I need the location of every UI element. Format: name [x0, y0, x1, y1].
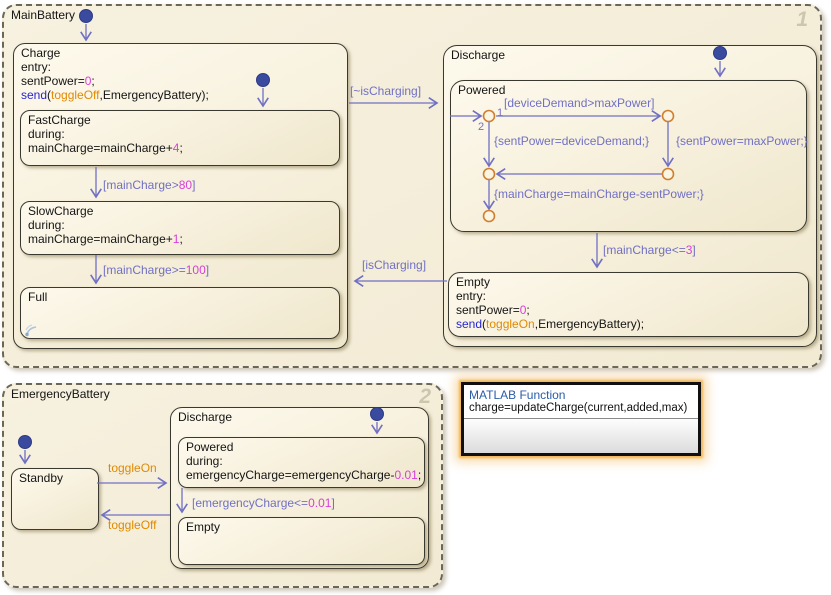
state-empty-entry-keyword: entry: — [456, 289, 644, 303]
state-empty-main[interactable]: Empty entry: sentPower=0; send(toggleOn,… — [448, 272, 809, 337]
transition-order-2: 2 — [478, 121, 484, 133]
transition-label-toggleon[interactable]: toggleOn — [108, 461, 157, 475]
state-charge-entry-keyword: entry: — [21, 60, 209, 74]
state-slowcharge[interactable]: SlowCharge during: mainCharge=mainCharge… — [20, 201, 340, 255]
transition-order-1: 1 — [497, 107, 503, 119]
transition-label-maincharge-80[interactable]: [mainCharge>80] — [103, 178, 195, 192]
transition-label-device-demand[interactable]: [deviceDemand>maxPower] — [504, 96, 654, 110]
state-empty-action-2: send(toggleOn,EmergencyBattery); — [456, 317, 644, 331]
state-em-powered-during-keyword: during: — [186, 454, 421, 468]
transition-label-update-charge[interactable]: {mainCharge=mainCharge-sentPower;} — [494, 187, 704, 201]
state-fastcharge-during-keyword: during: — [28, 127, 183, 141]
state-powered-title: Powered — [458, 83, 505, 97]
state-order-watermark-2: 2 — [419, 385, 431, 409]
stateflow-canvas: MainBattery 1 Charge entry: sentPower=0;… — [0, 0, 831, 595]
matlab-function-signature: charge=updateCharge(current,added,max) — [469, 402, 687, 414]
matlab-function-body — [464, 419, 698, 453]
state-order-watermark-1: 1 — [796, 8, 808, 32]
state-em-empty[interactable]: Empty — [178, 517, 425, 565]
state-slowcharge-action: mainCharge=mainCharge+1; — [28, 232, 183, 246]
state-em-discharge-title: Discharge — [178, 410, 232, 424]
state-standby-title: Standby — [19, 471, 63, 485]
state-empty-action-1: sentPower=0; — [456, 303, 644, 317]
state-slowcharge-title: SlowCharge — [28, 204, 183, 218]
transition-label-ischarging[interactable]: [isCharging] — [362, 258, 426, 272]
state-discharge-title: Discharge — [451, 48, 505, 62]
state-mainbattery-title: MainBattery — [11, 8, 75, 22]
state-charge-title: Charge — [21, 46, 209, 60]
state-full-title: Full — [28, 290, 47, 304]
state-emergencybattery-title: EmergencyBattery — [11, 387, 110, 401]
matlab-function-label: MATLAB Function — [469, 388, 565, 402]
state-em-powered-action: emergencyCharge=emergencyCharge-0.01; — [186, 468, 421, 482]
state-fastcharge-title: FastCharge — [28, 113, 183, 127]
state-standby[interactable]: Standby — [11, 468, 99, 530]
transition-label-maincharge-100[interactable]: [mainCharge>=100] — [103, 263, 209, 277]
transition-label-not-ischarging[interactable]: [~isCharging] — [350, 84, 421, 98]
matlab-function-block[interactable]: MATLAB Function charge=updateCharge(curr… — [461, 382, 701, 456]
state-em-powered-title: Powered — [186, 440, 421, 454]
content-preview-icon — [23, 321, 45, 337]
state-slowcharge-during-keyword: during: — [28, 218, 183, 232]
state-full[interactable]: Full — [20, 287, 340, 339]
transition-label-toggleoff[interactable]: toggleOff — [108, 518, 156, 532]
state-charge-action-2: send(toggleOff,EmergencyBattery); — [21, 88, 209, 102]
transition-label-sent-demand[interactable]: {sentPower=deviceDemand;} — [494, 134, 649, 148]
transition-label-emergencycharge[interactable]: [emergencyCharge<=0.01] — [192, 496, 335, 510]
state-charge-action-1: sentPower=0; — [21, 74, 209, 88]
state-em-empty-title: Empty — [186, 520, 220, 534]
state-fastcharge[interactable]: FastCharge during: mainCharge=mainCharge… — [20, 110, 340, 166]
state-empty-title: Empty — [456, 275, 644, 289]
state-em-powered[interactable]: Powered during: emergencyCharge=emergenc… — [178, 437, 425, 488]
transition-label-maincharge-3[interactable]: [mainCharge<=3] — [603, 243, 696, 257]
state-fastcharge-action: mainCharge=mainCharge+4; — [28, 141, 183, 155]
transition-label-sent-max[interactable]: {sentPower=maxPower;} — [676, 134, 808, 148]
